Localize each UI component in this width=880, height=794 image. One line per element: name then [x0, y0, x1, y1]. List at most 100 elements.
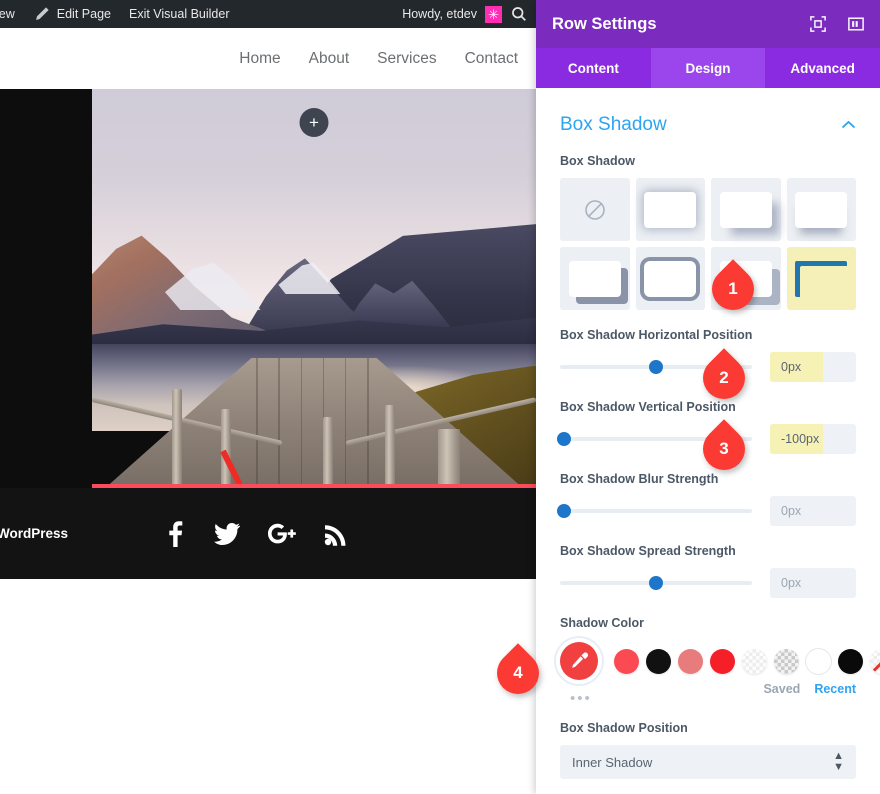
spread-strength-field: Box Shadow Spread Strength 0px — [536, 544, 880, 598]
swatch-bright-red[interactable] — [710, 648, 735, 674]
admin-bar-howdy[interactable]: Howdy, etdev — [402, 7, 477, 21]
annotation-marker-3: 3 — [694, 419, 754, 479]
recent-tab[interactable]: Recent — [814, 682, 856, 696]
mountain-lake-photo — [92, 89, 536, 484]
swatch-coral-red[interactable] — [614, 648, 639, 674]
nav-link-home[interactable]: Home — [239, 50, 280, 68]
saved-recent-toggle: Saved Recent — [763, 682, 856, 696]
swatch-gray-transparent[interactable] — [774, 648, 799, 674]
annotation-marker-4: 4 — [488, 643, 548, 703]
swatch-transparent[interactable] — [870, 648, 880, 674]
shadow-color-swatches — [560, 642, 880, 680]
panel-tabs: Content Design Advanced — [536, 48, 880, 88]
swatch-white[interactable] — [806, 648, 831, 674]
site-footer: WordPress — [0, 488, 536, 579]
preset-outline-ring[interactable] — [635, 247, 705, 310]
avatar-glyph: ✳ — [488, 6, 499, 22]
nav-link-about[interactable]: About — [309, 50, 350, 68]
blur-strength-row: 0px — [556, 496, 856, 526]
screenshot-root: lew Edit Page Exit Visual Builder Howdy,… — [0, 0, 880, 794]
marker-4-number: 4 — [513, 663, 523, 682]
pencil-icon — [35, 7, 49, 20]
blur-strength-value: 0px — [781, 504, 802, 518]
shadow-color-field: Shadow Color — [536, 616, 880, 680]
blur-strength-label: Box Shadow Blur Strength — [560, 472, 719, 486]
swatch-footer: ••• Saved Recent — [536, 682, 880, 707]
wp-admin-bar: lew Edit Page Exit Visual Builder Howdy,… — [0, 0, 536, 28]
section-title: Box Shadow — [560, 114, 667, 135]
select-stepper-icon[interactable]: ▲ ▼ — [833, 751, 844, 773]
swatch-black[interactable] — [646, 648, 671, 674]
spread-strength-value: 0px — [781, 576, 802, 590]
box-shadow-label: Box Shadow — [560, 154, 636, 168]
panel-header: Row Settings — [536, 0, 880, 48]
nav-link-contact[interactable]: Contact — [465, 50, 518, 68]
swatch-solid-black[interactable] — [838, 648, 863, 674]
annotation-marker-2: 2 — [694, 348, 754, 408]
eyedropper-icon — [572, 652, 589, 668]
swatch-dusty-pink[interactable] — [678, 648, 703, 674]
vertical-position-value: -100px — [781, 432, 820, 446]
focus-target-icon[interactable] — [810, 16, 826, 32]
dock-post — [171, 389, 182, 484]
blur-strength-input[interactable]: 0px — [770, 496, 856, 526]
rss-icon[interactable] — [324, 522, 348, 546]
box-shadow-position-field: Box Shadow Position Inner Shadow ▲ ▼ — [536, 721, 880, 779]
box-shadow-position-value: Inner Shadow — [572, 754, 653, 770]
avatar[interactable]: ✳ — [485, 5, 502, 23]
preset-bottom-right-blur[interactable] — [711, 178, 781, 241]
nav-link-services[interactable]: Services — [377, 50, 436, 68]
dock-post — [322, 416, 333, 484]
blur-strength-slider[interactable] — [556, 504, 752, 518]
dock-post — [385, 405, 396, 484]
vertical-position-label: Box Shadow Vertical Position — [560, 400, 736, 414]
box-shadow-preset-grid — [560, 178, 856, 310]
twitter-icon[interactable] — [214, 522, 241, 545]
blur-strength-field: Box Shadow Blur Strength 0px — [536, 472, 880, 526]
admin-bar-edit-page[interactable]: Edit Page — [24, 0, 120, 28]
box-shadow-position-label: Box Shadow Position — [560, 721, 688, 735]
tab-design[interactable]: Design — [650, 48, 766, 88]
annotation-marker-1: 1 — [703, 259, 763, 319]
slider-knob[interactable] — [649, 360, 663, 374]
spread-strength-input[interactable]: 0px — [770, 568, 856, 598]
social-links — [164, 520, 348, 547]
panel-layout-icon[interactable] — [848, 16, 864, 32]
more-colors-dots[interactable]: ••• — [560, 690, 592, 707]
saved-tab[interactable]: Saved — [763, 682, 800, 696]
google-plus-icon[interactable] — [268, 522, 296, 546]
facebook-icon[interactable] — [164, 520, 186, 547]
vertical-position-input[interactable]: -100px — [770, 424, 856, 454]
search-icon[interactable] — [510, 5, 528, 23]
horizontal-position-input[interactable]: 0px — [770, 352, 856, 382]
admin-bar-exit-visual-builder[interactable]: Exit Visual Builder — [120, 0, 239, 28]
admin-bar-new[interactable]: lew — [0, 0, 24, 28]
preset-none[interactable] — [560, 178, 630, 241]
horizontal-position-label: Box Shadow Horizontal Position — [560, 328, 753, 342]
box-shadow-position-select[interactable]: Inner Shadow ▲ ▼ — [560, 745, 856, 779]
tab-advanced[interactable]: Advanced — [765, 48, 880, 88]
shadow-color-label: Shadow Color — [560, 616, 645, 630]
preset-bottom-blur[interactable] — [786, 178, 856, 241]
eyedropper-button[interactable] — [560, 642, 598, 680]
add-row-button[interactable]: + — [299, 108, 329, 137]
below-fold-area — [0, 579, 536, 794]
marker-3-number: 3 — [719, 439, 729, 458]
admin-bar-edit-page-label: Edit Page — [56, 7, 111, 21]
spread-strength-slider[interactable] — [560, 576, 752, 590]
preset-hard-bottom-right[interactable] — [560, 247, 630, 310]
tab-content[interactable]: Content — [536, 48, 651, 88]
horizontal-position-value: 0px — [781, 360, 802, 374]
swatch-near-white-transparent[interactable] — [742, 648, 767, 674]
admin-bar-right: Howdy, etdev ✳ — [402, 5, 536, 23]
preset-inner-shadow[interactable] — [786, 247, 856, 310]
dock-post — [438, 428, 461, 484]
slider-knob[interactable] — [556, 432, 571, 446]
slider-knob[interactable] — [556, 504, 571, 518]
preset-soft-glow[interactable] — [635, 178, 705, 241]
chevron-up-icon[interactable] — [841, 120, 856, 130]
marker-1-number: 1 — [728, 279, 738, 298]
box-shadow-section-header[interactable]: Box Shadow — [536, 88, 880, 136]
slider-knob[interactable] — [649, 576, 663, 590]
footer-credit: WordPress — [0, 526, 69, 541]
